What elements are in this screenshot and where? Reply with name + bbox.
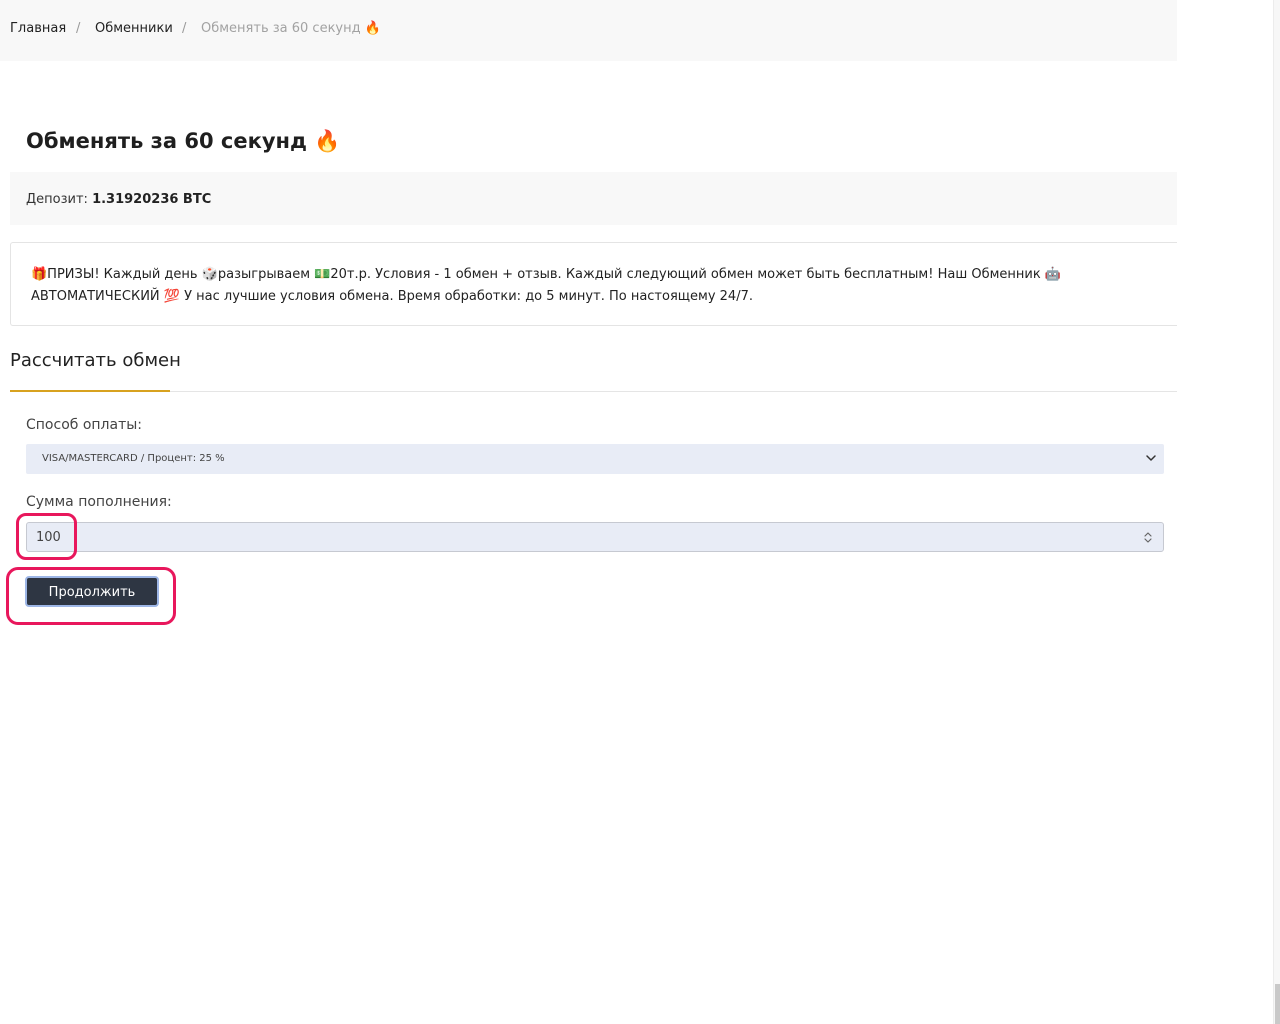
deposit-value: 1.31920236 BTC [92, 192, 212, 207]
scrollbar-track[interactable] [1273, 0, 1280, 1024]
breadcrumb-separator: / [182, 21, 187, 36]
deposit-label: Депозит: [26, 192, 88, 207]
breadcrumb-exchangers-link[interactable]: Обменники [95, 21, 173, 36]
page: Главная / Обменники / Обменять за 60 сек… [0, 0, 1280, 1024]
continue-button[interactable]: Продолжить [25, 576, 159, 607]
section-title: Рассчитать обмен [10, 350, 181, 371]
payment-method-selected-value: VISA/MASTERCARD / Процент: 25 % [42, 453, 225, 464]
payment-method-select[interactable]: VISA/MASTERCARD / Процент: 25 % [26, 444, 1164, 474]
breadcrumb-home-link[interactable]: Главная [10, 21, 66, 36]
section-title-underline [10, 390, 170, 392]
section-divider [10, 391, 1177, 392]
chevron-down-icon [1146, 455, 1156, 461]
scrollbar-thumb[interactable] [1275, 984, 1280, 1024]
deposit-panel: Депозит: 1.31920236 BTC [10, 172, 1177, 225]
breadcrumb-current: Обменять за 60 секунд 🔥 [201, 21, 381, 36]
page-title: Обменять за 60 секунд 🔥 [26, 129, 341, 153]
payment-method-label: Способ оплаты: [26, 417, 143, 433]
main-content: Главная / Обменники / Обменять за 60 сек… [0, 0, 1177, 734]
deposit-info: Депозит: 1.31920236 BTC [26, 192, 211, 207]
amount-label: Сумма пополнения: [26, 494, 172, 510]
breadcrumb-separator: / [76, 21, 81, 36]
notice-panel: 🎁ПРИЗЫ! Каждый день 🎲разыгрываем 💵20т.р.… [10, 242, 1177, 326]
breadcrumb: Главная / Обменники / Обменять за 60 сек… [0, 0, 1177, 61]
amount-input-value: 100 [36, 530, 61, 545]
notice-text: 🎁ПРИЗЫ! Каждый день 🎲разыгрываем 💵20т.р.… [31, 267, 1062, 304]
spinner-arrows-icon[interactable] [1143, 530, 1153, 545]
amount-input[interactable]: 100 [26, 522, 1164, 552]
